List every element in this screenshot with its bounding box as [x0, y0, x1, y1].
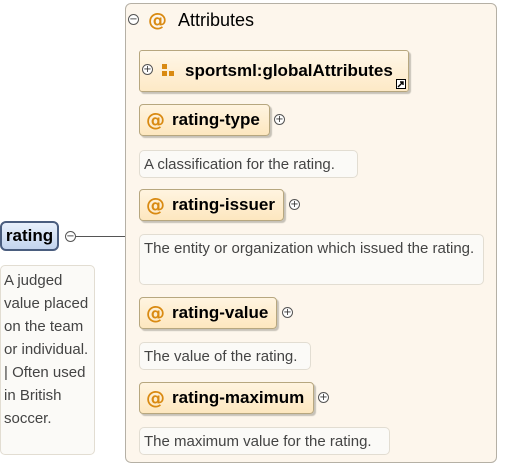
at-icon: @ — [146, 302, 165, 324]
attribute-expand-icon[interactable]: + — [282, 307, 293, 318]
attribute-name: rating-type — [172, 110, 260, 129]
at-icon: @ — [146, 109, 165, 131]
at-icon: @ — [148, 9, 167, 31]
attribute-group-ref-label: sportsml:globalAttributes — [185, 61, 393, 80]
attribute-name: rating-value — [172, 303, 269, 322]
attributes-label: Attributes — [178, 10, 255, 30]
attribute-expand-icon[interactable]: + — [318, 392, 329, 403]
attribute-documentation: The value of the rating. — [139, 342, 311, 370]
attribute-group-icon — [162, 64, 174, 76]
attribute-name: rating-maximum — [172, 388, 305, 407]
attribute-documentation: A classification for the rating. — [139, 150, 358, 178]
attributes-title: @ Attributes — [148, 9, 254, 31]
attribute-group-expand-icon[interactable]: + — [142, 64, 153, 75]
at-icon: @ — [146, 387, 165, 409]
attribute-expand-icon[interactable]: + — [274, 114, 285, 125]
attribute-group-ref-box[interactable]: sportsml:globalAttributes — [139, 50, 409, 92]
element-name: rating — [5, 226, 54, 245]
attribute-rating-value[interactable]: @ rating-value — [139, 297, 277, 329]
attributes-collapse-icon[interactable]: − — [128, 14, 139, 25]
collapse-toggle-icon[interactable]: − — [65, 231, 76, 242]
attribute-name: rating-issuer — [172, 195, 275, 214]
element-node-rating[interactable]: rating — [0, 221, 59, 251]
attribute-rating-issuer[interactable]: @ rating-issuer — [139, 189, 284, 221]
attribute-rating-type[interactable]: @ rating-type — [139, 104, 270, 136]
attribute-rating-maximum[interactable]: @ rating-maximum — [139, 382, 314, 414]
external-link-icon[interactable] — [396, 79, 406, 89]
attribute-expand-icon[interactable]: + — [289, 199, 300, 210]
connector-element-to-group — [76, 236, 125, 237]
attribute-documentation: The entity or organization which issued … — [139, 234, 484, 285]
element-documentation: A judged value placed on the team or ind… — [0, 265, 95, 455]
attribute-documentation: The maximum value for the rating. — [139, 427, 390, 455]
at-icon: @ — [146, 194, 165, 216]
